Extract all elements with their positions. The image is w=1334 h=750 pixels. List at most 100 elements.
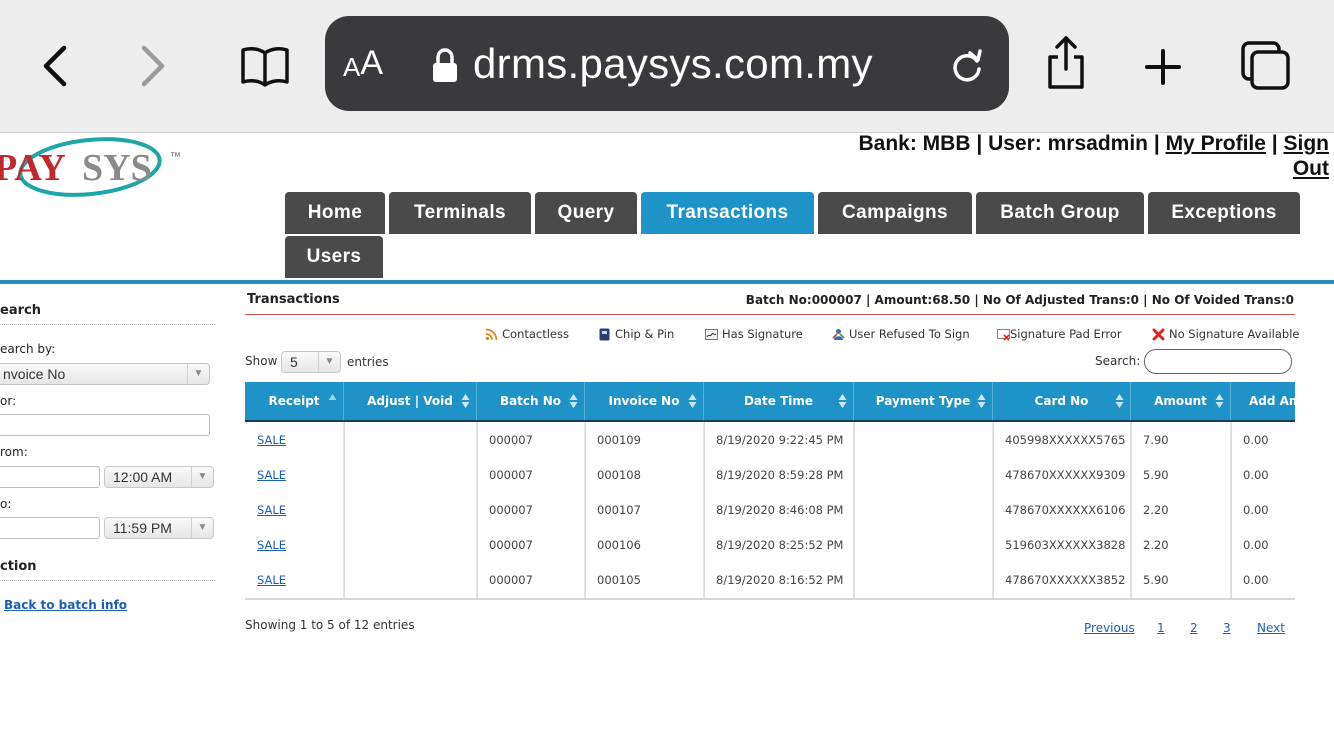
legend-contactless: Contactless: [485, 327, 569, 341]
amount-cell: 5.90: [1131, 458, 1231, 493]
sale-receipt-link[interactable]: SALE: [257, 468, 286, 482]
share-icon[interactable]: [1040, 34, 1092, 92]
to-date-input[interactable]: [0, 517, 100, 539]
book-icon[interactable]: [238, 42, 292, 90]
tab-users[interactable]: Users: [285, 236, 383, 278]
add-amount-cell: 0.00: [1243, 573, 1269, 587]
reload-icon[interactable]: [945, 44, 989, 88]
invoice-no-cell: 000108: [585, 458, 704, 493]
column-header-adjust-void[interactable]: Adjust | Void: [344, 382, 477, 420]
search-by-select[interactable]: nvoice No ▼: [0, 363, 210, 385]
legend-chip-pin: Chip & Pin: [598, 327, 674, 341]
tab-transactions[interactable]: Transactions: [641, 192, 814, 234]
tab-batch-group[interactable]: Batch Group: [976, 192, 1144, 234]
plus-icon[interactable]: [1138, 42, 1188, 92]
search-for-input[interactable]: [0, 414, 210, 436]
payment-type-cell: [854, 493, 993, 528]
invoice-no-cell: 000105: [585, 563, 704, 598]
batch-no-cell: 000007: [477, 563, 585, 598]
action-title: ction: [0, 559, 37, 574]
reader-text-size-button[interactable]: AA: [343, 16, 383, 111]
sort-icon: [461, 394, 470, 408]
previous-page-link[interactable]: Previous: [1084, 621, 1135, 635]
sale-receipt-link[interactable]: SALE: [257, 433, 286, 447]
table-row[interactable]: SALE 000007 000105 8/19/2020 8:16:52 PM …: [245, 563, 1295, 598]
my-profile-link[interactable]: My Profile: [1166, 132, 1266, 155]
column-header-receipt[interactable]: Receipt: [245, 382, 344, 420]
date-time-cell: 8/19/2020 8:16:52 PM: [704, 563, 854, 598]
sale-receipt-link[interactable]: SALE: [257, 538, 286, 552]
from-date-input[interactable]: [0, 466, 100, 488]
tab-terminals[interactable]: Terminals: [389, 192, 531, 234]
pad-error-icon: [997, 328, 1010, 341]
user-info: Bank: MBB | User: mrsadmin | My Profile …: [858, 132, 1330, 180]
signature-icon: [705, 328, 718, 340]
column-header-date-time[interactable]: Date Time: [704, 382, 854, 420]
search-title: earch: [0, 303, 41, 318]
batch-no-cell: 000007: [477, 493, 585, 528]
batch-no-cell: 000007: [477, 528, 585, 563]
amount-cell: 2.20: [1131, 493, 1231, 528]
table-search-input[interactable]: [1144, 349, 1292, 374]
page-title: Transactions: [247, 292, 340, 307]
table-row[interactable]: SALE 000007 000109 8/19/2020 9:22:45 PM …: [245, 423, 1295, 458]
column-header-add-amount[interactable]: Add Am: [1231, 382, 1295, 420]
for-label: or:: [0, 394, 17, 408]
user-label: User: mrsadmin: [988, 132, 1148, 155]
table-row[interactable]: SALE 000007 000107 8/19/2020 8:46:08 PM …: [245, 493, 1295, 528]
show-label: Show: [245, 354, 278, 368]
adjust-void-cell: [344, 458, 477, 493]
sign-out-link[interactable]: Sign Out: [1284, 132, 1330, 180]
back-to-batch-link[interactable]: Back to batch info: [4, 598, 127, 612]
page-3-link[interactable]: 3: [1223, 621, 1231, 635]
contactless-icon: [485, 328, 498, 340]
page-1-link[interactable]: 1: [1157, 621, 1165, 635]
chip-pin-icon: [599, 328, 610, 340]
adjust-void-cell: [344, 493, 477, 528]
card-no-cell: 478670XXXXXX6106: [993, 493, 1131, 528]
table-header: Receipt Adjust | Void Batch No Invoice N…: [245, 382, 1295, 422]
receipt-cell: SALE: [245, 493, 344, 528]
table-row[interactable]: SALE 000007 000108 8/19/2020 8:59:28 PM …: [245, 458, 1295, 493]
tabs-icon[interactable]: [1236, 38, 1296, 94]
column-header-card-no[interactable]: Card No: [993, 382, 1131, 420]
chevron-right-icon[interactable]: [128, 40, 178, 92]
from-label: rom:: [0, 445, 28, 459]
page-size-select[interactable]: 5 ▼: [281, 351, 341, 373]
tab-home[interactable]: Home: [285, 192, 385, 234]
invoice-no-cell: 000107: [585, 493, 704, 528]
column-header-amount[interactable]: Amount: [1131, 382, 1231, 420]
transactions-table: Receipt Adjust | Void Batch No Invoice N…: [245, 382, 1295, 600]
no-signature-icon: [1152, 328, 1165, 340]
sale-receipt-link[interactable]: SALE: [257, 573, 286, 587]
chevron-left-icon[interactable]: [30, 40, 80, 92]
page-2-link[interactable]: 2: [1190, 621, 1198, 635]
adjust-void-cell: [344, 563, 477, 598]
sale-receipt-link[interactable]: SALE: [257, 503, 286, 517]
receipt-cell: SALE: [245, 458, 344, 493]
column-header-invoice-no[interactable]: Invoice No: [585, 382, 704, 420]
tab-query[interactable]: Query: [535, 192, 637, 234]
receipt-cell: SALE: [245, 423, 344, 458]
date-time-cell: 8/19/2020 8:25:52 PM: [704, 528, 854, 563]
next-page-link[interactable]: Next: [1257, 621, 1285, 635]
sort-icon: [1215, 394, 1224, 408]
sort-asc-icon: [328, 394, 337, 408]
sort-icon: [1115, 394, 1124, 408]
column-header-payment-type[interactable]: Payment Type: [854, 382, 993, 420]
legend-no-signature: No Signature Available: [1152, 327, 1299, 341]
receipt-cell: SALE: [245, 528, 344, 563]
to-time-select[interactable]: 11:59 PM ▼: [104, 517, 214, 539]
date-time-cell: 8/19/2020 9:22:45 PM: [704, 423, 854, 458]
column-header-batch-no[interactable]: Batch No: [477, 382, 585, 420]
table-row[interactable]: SALE 000007 000106 8/19/2020 8:25:52 PM …: [245, 528, 1295, 563]
from-time-select[interactable]: 12:00 AM ▼: [104, 466, 214, 488]
table-search-label: Search:: [1095, 354, 1141, 368]
to-label: o:: [0, 497, 12, 511]
tab-exceptions[interactable]: Exceptions: [1148, 192, 1300, 234]
entries-label: entries: [347, 355, 389, 369]
lock-icon: [427, 46, 463, 86]
tab-campaigns[interactable]: Campaigns: [818, 192, 972, 234]
receipt-cell: SALE: [245, 563, 344, 598]
address-bar[interactable]: AA drms.paysys.com.my: [325, 16, 1009, 111]
